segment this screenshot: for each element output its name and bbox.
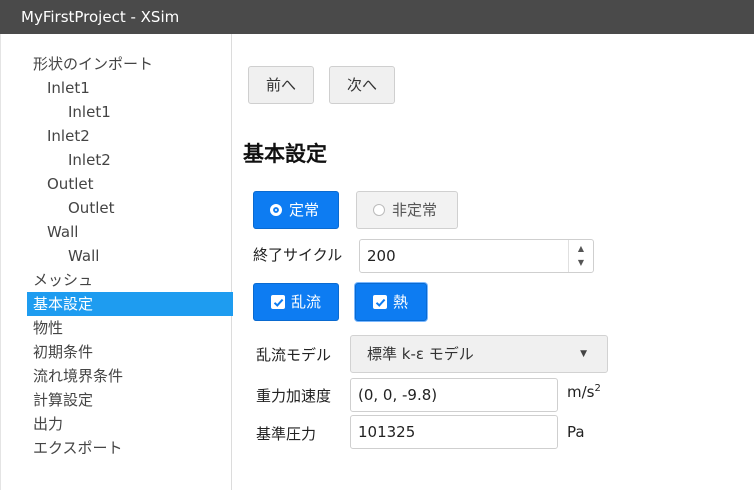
sidebar-item[interactable]: 初期条件 [27, 340, 233, 364]
sidebar-item[interactable]: 計算設定 [27, 388, 233, 412]
ref-pressure-value: 101325 [358, 423, 416, 441]
gravity-label: 重力加速度 [256, 387, 332, 405]
unsteady-radio-button[interactable]: 非定常 [356, 191, 458, 229]
sidebar-item[interactable]: Inlet2 [27, 124, 233, 148]
gravity-unit: m/s2 [567, 383, 601, 401]
sidebar-item[interactable]: Inlet2 [27, 148, 233, 172]
sidebar-item[interactable]: 基本設定 [27, 292, 233, 316]
radio-unselected-icon [373, 204, 385, 216]
sidebar-item[interactable]: Outlet [27, 172, 233, 196]
sidebar-item[interactable]: 物性 [27, 316, 233, 340]
end-cycle-label: 終了サイクル [253, 246, 343, 264]
sidebar-item[interactable]: Wall [27, 244, 233, 268]
sidebar-item[interactable]: 流れ境界条件 [27, 364, 233, 388]
next-button[interactable]: 次へ [329, 66, 395, 104]
sidebar-item[interactable]: Inlet1 [27, 100, 233, 124]
heat-checkbox[interactable]: 熱 [355, 283, 427, 321]
turbulence-model-select[interactable]: 標準 k-ε モデル ▼ [350, 335, 608, 373]
end-cycle-stepper[interactable]: ▲ ▼ [568, 240, 593, 272]
window-title: MyFirstProject - XSim [0, 0, 754, 34]
stepper-down-icon[interactable]: ▼ [578, 256, 584, 270]
steady-label: 定常 [289, 201, 320, 219]
page-title: 基本設定 [243, 142, 327, 166]
sidebar-item[interactable]: メッシュ [27, 268, 233, 292]
sidebar-item[interactable]: Outlet [27, 196, 233, 220]
chevron-down-icon: ▼ [580, 349, 587, 359]
gravity-value: (0, 0, -9.8) [358, 386, 438, 404]
checkbox-checked-icon [373, 295, 387, 309]
unsteady-label: 非定常 [392, 201, 438, 219]
sidebar-item[interactable]: Inlet1 [27, 76, 233, 100]
gravity-unit-exponent: 2 [594, 383, 601, 394]
ref-pressure-unit: Pa [567, 423, 585, 441]
turbulence-model-value: 標準 k-ε モデル [367, 345, 474, 363]
end-cycle-input[interactable]: 200 ▲ ▼ [359, 239, 594, 273]
checkbox-checked-icon [271, 295, 285, 309]
turbulence-label: 乱流 [291, 293, 322, 311]
sidebar: 形状のインポート Inlet1 Inlet1 Inlet2 Inlet2 Outlet Ou… [0, 34, 233, 490]
ref-pressure-input[interactable]: 101325 [350, 415, 558, 449]
end-cycle-value: 200 [367, 247, 396, 265]
radio-selected-icon [270, 204, 282, 216]
sidebar-tree: 形状のインポート Inlet1 Inlet1 Inlet2 Inlet2 Outlet Ou… [27, 52, 233, 460]
turbulence-model-label: 乱流モデル [256, 346, 332, 364]
sidebar-item[interactable]: エクスポート [27, 436, 233, 460]
sidebar-item[interactable]: 出力 [27, 412, 233, 436]
stepper-up-icon[interactable]: ▲ [578, 242, 584, 256]
steady-radio-button[interactable]: 定常 [253, 191, 339, 229]
ref-pressure-label: 基準圧力 [256, 425, 317, 443]
turbulence-checkbox[interactable]: 乱流 [253, 283, 339, 321]
prev-button[interactable]: 前へ [248, 66, 314, 104]
gravity-input[interactable]: (0, 0, -9.8) [350, 378, 558, 412]
sidebar-item[interactable]: Wall [27, 220, 233, 244]
sidebar-item[interactable]: 形状のインポート [27, 52, 233, 76]
heat-label: 熱 [393, 293, 409, 311]
main-panel: 前へ 次へ 基本設定 定常 非定常 終了サイクル 200 ▲ ▼ 乱流 熱 乱流… [233, 34, 754, 490]
gravity-unit-base: m/s [567, 383, 595, 401]
